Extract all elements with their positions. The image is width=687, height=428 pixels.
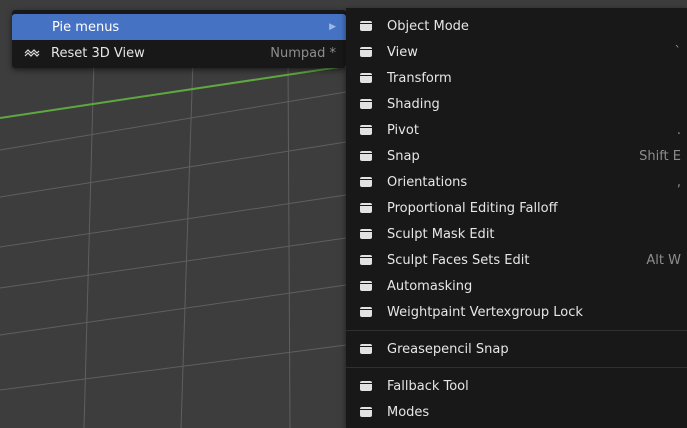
menu-entry-icon [360, 177, 372, 187]
menu-item-view[interactable]: View ` [346, 39, 687, 65]
menu-item-label: View [387, 44, 418, 60]
menu-item-label: Object Mode [387, 18, 469, 34]
menu-separator [346, 330, 687, 331]
menu-item-orientations[interactable]: Orientations, [346, 169, 687, 195]
menu-item-label: Orientations [387, 174, 468, 190]
pie-menus-submenu: Object Mode View ` Transform Shading Pivot. Sn… [346, 8, 687, 428]
menu-item-shortcut: , [676, 174, 681, 190]
menu-item-label: Pivot [387, 122, 419, 138]
menu-item-shortcut: Numpad * [270, 45, 336, 61]
menu-entry-icon [360, 151, 372, 161]
menu-item-label: Proportional Editing Falloff [387, 200, 558, 216]
menu-entry-icon [360, 344, 372, 354]
menu-item-shading[interactable]: Shading [346, 91, 687, 117]
menu-entry-icon [360, 255, 372, 265]
menu-entry-icon [360, 407, 372, 417]
submenu-arrow-icon: ▶ [329, 22, 336, 32]
context-menu: Pie menus ▶ Reset 3D View Numpad * [12, 10, 346, 68]
menu-item-label: Weightpaint Vertexgroup Lock [387, 304, 583, 320]
menu-item-label: Sculpt Faces Sets Edit [387, 252, 530, 268]
menu-item-transform[interactable]: Transform [346, 65, 687, 91]
menu-entry-icon [360, 381, 372, 391]
menu-item-label: Transform [387, 70, 452, 86]
menu-item-label: Shading [387, 96, 440, 112]
menu-item-pie-menus[interactable]: Pie menus ▶ [12, 14, 346, 40]
menu-entry-icon [360, 21, 372, 31]
menu-item-fallback-tool[interactable]: Fallback Tool [346, 373, 687, 399]
menu-separator [346, 367, 687, 368]
menu-item-label: Sculpt Mask Edit [387, 226, 495, 242]
menu-item-greasepencil-snap[interactable]: Greasepencil Snap [346, 336, 687, 362]
menu-item-shortcut: Shift E [639, 148, 681, 164]
menu-item-modes[interactable]: Modes [346, 399, 687, 425]
reset-view-icon [24, 49, 40, 57]
menu-item-reset-3d-view[interactable]: Reset 3D View Numpad * [12, 40, 346, 66]
menu-item-label: Pie menus [52, 19, 120, 35]
menu-entry-icon [360, 125, 372, 135]
menu-item-sculpt-mask-edit[interactable]: Sculpt Mask Edit [346, 221, 687, 247]
menu-item-label: Snap [387, 148, 420, 164]
menu-item-label: Greasepencil Snap [387, 341, 509, 357]
menu-item-sculpt-faces-sets-edit[interactable]: Sculpt Faces Sets Edit Alt W [346, 247, 687, 273]
menu-item-label: Fallback Tool [387, 378, 469, 394]
menu-entry-icon [360, 73, 372, 83]
menu-item-weightpaint-vertexgroup-lock[interactable]: Weightpaint Vertexgroup Lock [346, 299, 687, 325]
menu-entry-icon [360, 203, 372, 213]
menu-item-shortcut: ` [674, 44, 682, 60]
menu-item-shortcut: . [676, 122, 681, 138]
menu-entry-icon [360, 229, 372, 239]
menu-item-proportional-editing-falloff[interactable]: Proportional Editing Falloff [346, 195, 687, 221]
menu-item-automasking[interactable]: Automasking [346, 273, 687, 299]
menu-item-shortcut: Alt W [646, 252, 681, 268]
menu-item-label: Automasking [387, 278, 473, 294]
menu-entry-icon [360, 281, 372, 291]
menu-entry-icon [360, 99, 372, 109]
menu-item-object-mode[interactable]: Object Mode [346, 13, 687, 39]
menu-item-snap[interactable]: Snap Shift E [346, 143, 687, 169]
menu-entry-icon [360, 47, 372, 57]
menu-item-label: Modes [387, 404, 430, 420]
menu-item-pivot[interactable]: Pivot. [346, 117, 687, 143]
menu-entry-icon [360, 307, 372, 317]
menu-item-label: Reset 3D View [51, 45, 145, 61]
